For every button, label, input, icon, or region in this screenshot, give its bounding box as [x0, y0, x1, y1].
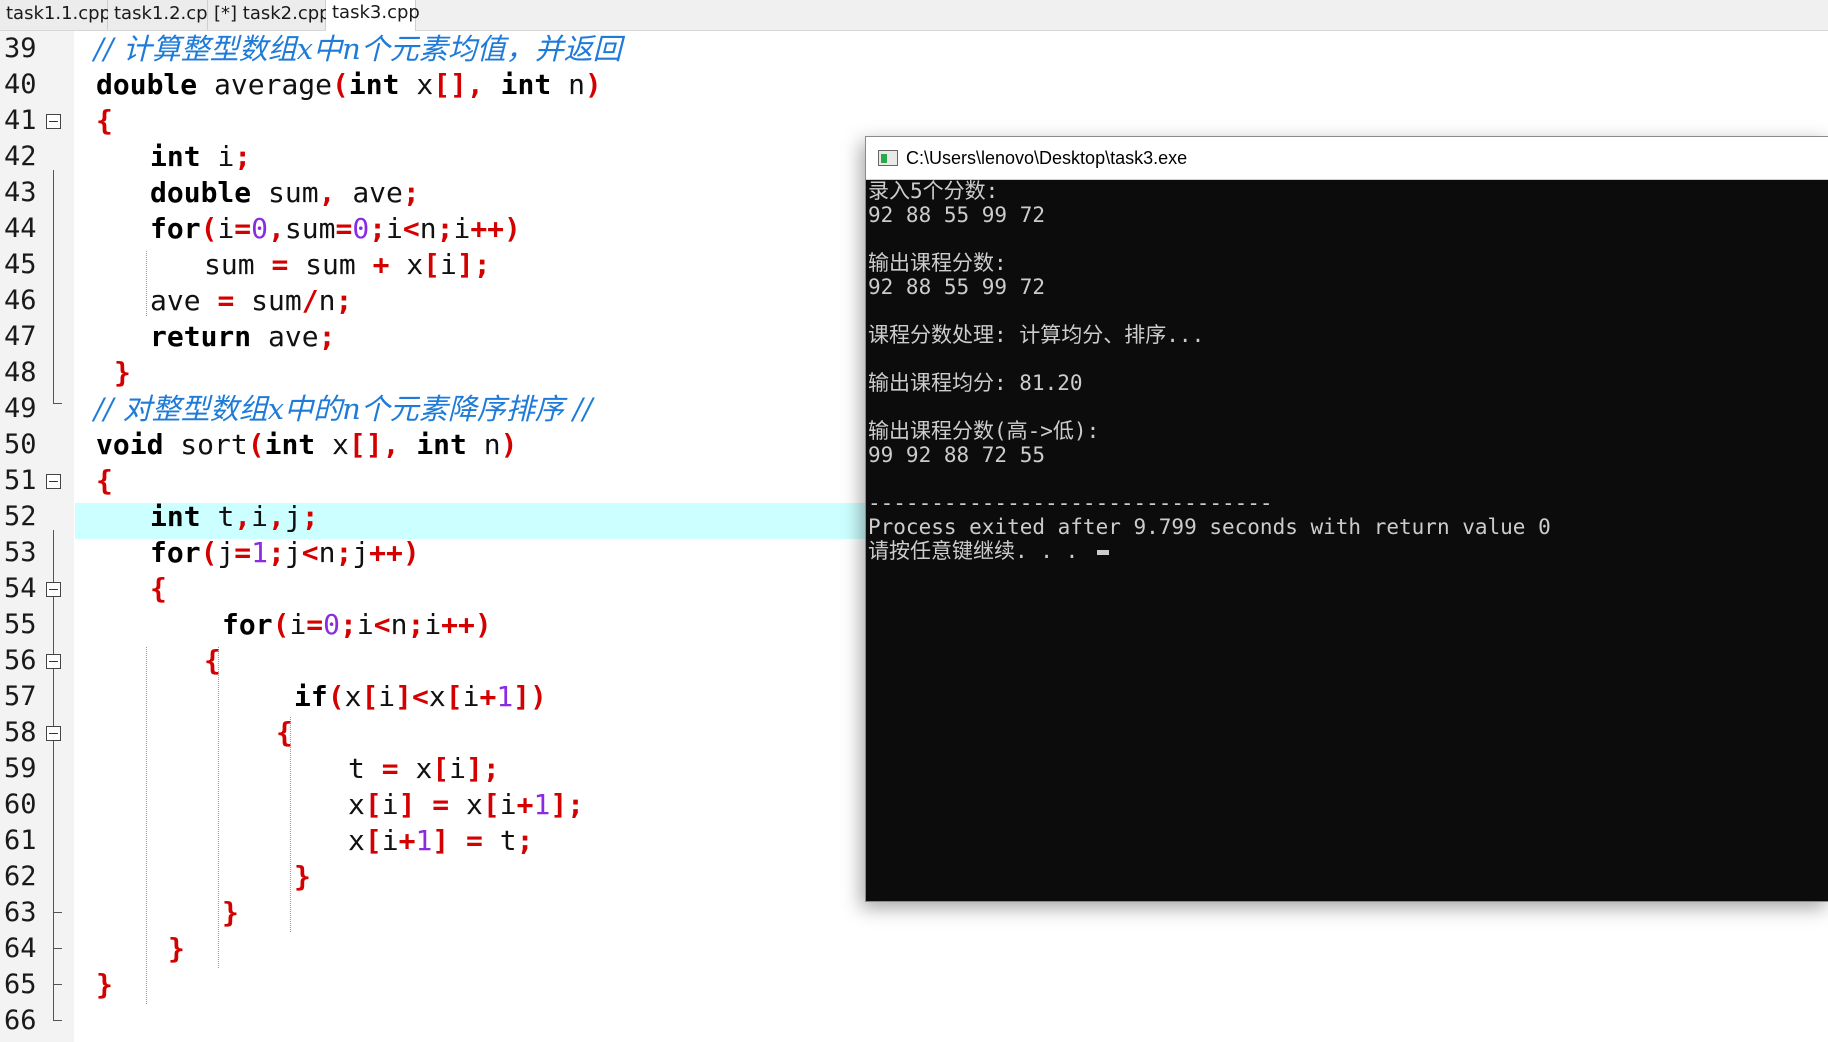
line-number: 65	[4, 969, 37, 1000]
line-number: 42	[4, 141, 37, 172]
code-text: x[i] = x[i+1];	[348, 788, 585, 821]
line-number: 56	[4, 645, 37, 676]
line-number: 62	[4, 861, 37, 892]
code-text: for(i=0;i<n;i++)	[222, 608, 492, 641]
console-line: 输出课程分数(高->低):	[868, 419, 1100, 443]
code-line[interactable]: 39 // 计算整型数组x中n个元素均值，并返回	[0, 31, 1828, 67]
line-number: 66	[4, 1005, 37, 1036]
comment: // 对整型数组x中的n个元素降序排序 //	[94, 392, 593, 426]
code-line[interactable]: 65 }	[0, 967, 1828, 1003]
code-line[interactable]: 40 double average(int x[], int n)	[0, 67, 1828, 103]
tab-task1-1[interactable]: task1.1.cpp	[0, 0, 111, 30]
code-text: {	[276, 716, 293, 749]
line-number: 64	[4, 933, 37, 964]
line-number: 41	[4, 105, 37, 136]
console-title-bar[interactable]: C:\Users\lenovo\Desktop\task3.exe	[866, 137, 1828, 180]
console-prompt-line: 请按任意键继续. . .	[868, 539, 1109, 563]
line-number: 39	[4, 33, 37, 64]
line-number: 58	[4, 717, 37, 748]
console-line: 92 88 55 99 72	[868, 275, 1046, 299]
console-line: Process exited after 9.799 seconds with …	[868, 515, 1551, 539]
code-text: }	[114, 356, 131, 389]
tab-task2[interactable]: [*] task2.cpp	[208, 0, 331, 30]
code-text: sum = sum + x[i];	[204, 248, 491, 281]
line-number: 52	[4, 501, 37, 532]
code-text: if(x[i]<x[i+1])	[294, 680, 547, 713]
code-text: }	[168, 932, 185, 965]
console-line: 输出课程均分: 81.20	[868, 371, 1083, 395]
console-line: 录入5个分数:	[868, 179, 999, 203]
line-number: 54	[4, 573, 37, 604]
line-number: 46	[4, 285, 37, 316]
console-prompt-text: 请按任意键继续. . .	[868, 539, 1091, 563]
line-number: 49	[4, 393, 37, 424]
code-text: for(j=1;j<n;j++)	[150, 536, 420, 569]
line-number: 55	[4, 609, 37, 640]
line-number: 40	[4, 69, 37, 100]
code-text: }	[96, 968, 113, 1001]
line-number: 43	[4, 177, 37, 208]
console-line: 输出课程分数:	[868, 251, 1007, 275]
tab-task1-2[interactable]: task1.2.cpp	[108, 0, 219, 30]
line-number: 51	[4, 465, 37, 496]
comment: // 计算整型数组x中n个元素均值，并返回	[94, 32, 622, 66]
fold-toggle-icon[interactable]	[46, 114, 61, 129]
code-text: void sort(int x[], int n)	[96, 428, 518, 461]
code-text: }	[222, 896, 239, 929]
console-line: 课程分数处理: 计算均分、排序...	[868, 323, 1205, 347]
code-line[interactable]: 41 {	[0, 103, 1828, 139]
line-number: 53	[4, 537, 37, 568]
code-text: {	[96, 104, 113, 137]
code-line[interactable]: 64 }	[0, 931, 1828, 967]
console-title: C:\Users\lenovo\Desktop\task3.exe	[906, 148, 1188, 168]
code-text: double average(int x[], int n)	[96, 68, 602, 101]
fold-toggle-icon[interactable]	[46, 582, 61, 597]
tab-bar: task1.1.cpp task1.2.cpp [*] task2.cpp ta…	[0, 0, 1828, 31]
line-number: 59	[4, 753, 37, 784]
line-number: 60	[4, 789, 37, 820]
code-text: {	[96, 464, 113, 497]
code-text: int i;	[150, 140, 252, 173]
code-text: x[i+1] = t;	[348, 824, 534, 857]
code-text: double sum, ave;	[150, 176, 420, 209]
fold-toggle-icon[interactable]	[46, 726, 61, 741]
console-app-icon	[878, 150, 898, 166]
line-number: 61	[4, 825, 37, 856]
code-text: {	[204, 644, 221, 677]
line-number: 44	[4, 213, 37, 244]
code-text: ave = sum/n;	[150, 284, 353, 317]
console-separator: --------------------------------	[868, 491, 1273, 515]
fold-toggle-icon[interactable]	[46, 654, 61, 669]
console-output[interactable]: 录入5个分数: 92 88 55 99 72 输出课程分数: 92 88 55 …	[866, 179, 1828, 901]
code-text: return ave;	[150, 320, 336, 353]
fold-toggle-icon[interactable]	[46, 474, 61, 489]
console-window[interactable]: C:\Users\lenovo\Desktop\task3.exe 录入5个分数…	[865, 136, 1828, 902]
console-line: 92 88 55 99 72	[868, 203, 1046, 227]
code-line[interactable]: 66	[0, 1003, 1828, 1039]
text-cursor	[1096, 549, 1109, 555]
code-text: t = x[i];	[348, 752, 500, 785]
line-number: 57	[4, 681, 37, 712]
line-number: 47	[4, 321, 37, 352]
line-number: 45	[4, 249, 37, 280]
code-text: {	[150, 572, 167, 605]
console-line: 99 92 88 72 55	[868, 443, 1046, 467]
line-number: 48	[4, 357, 37, 388]
code-text: int t,i,j;	[150, 500, 319, 533]
tab-task3[interactable]: task3.cpp	[326, 0, 420, 31]
code-text: }	[294, 860, 311, 893]
line-number: 50	[4, 429, 37, 460]
line-number: 63	[4, 897, 37, 928]
code-text: for(i=0,sum=0;i<n;i++)	[150, 212, 521, 245]
